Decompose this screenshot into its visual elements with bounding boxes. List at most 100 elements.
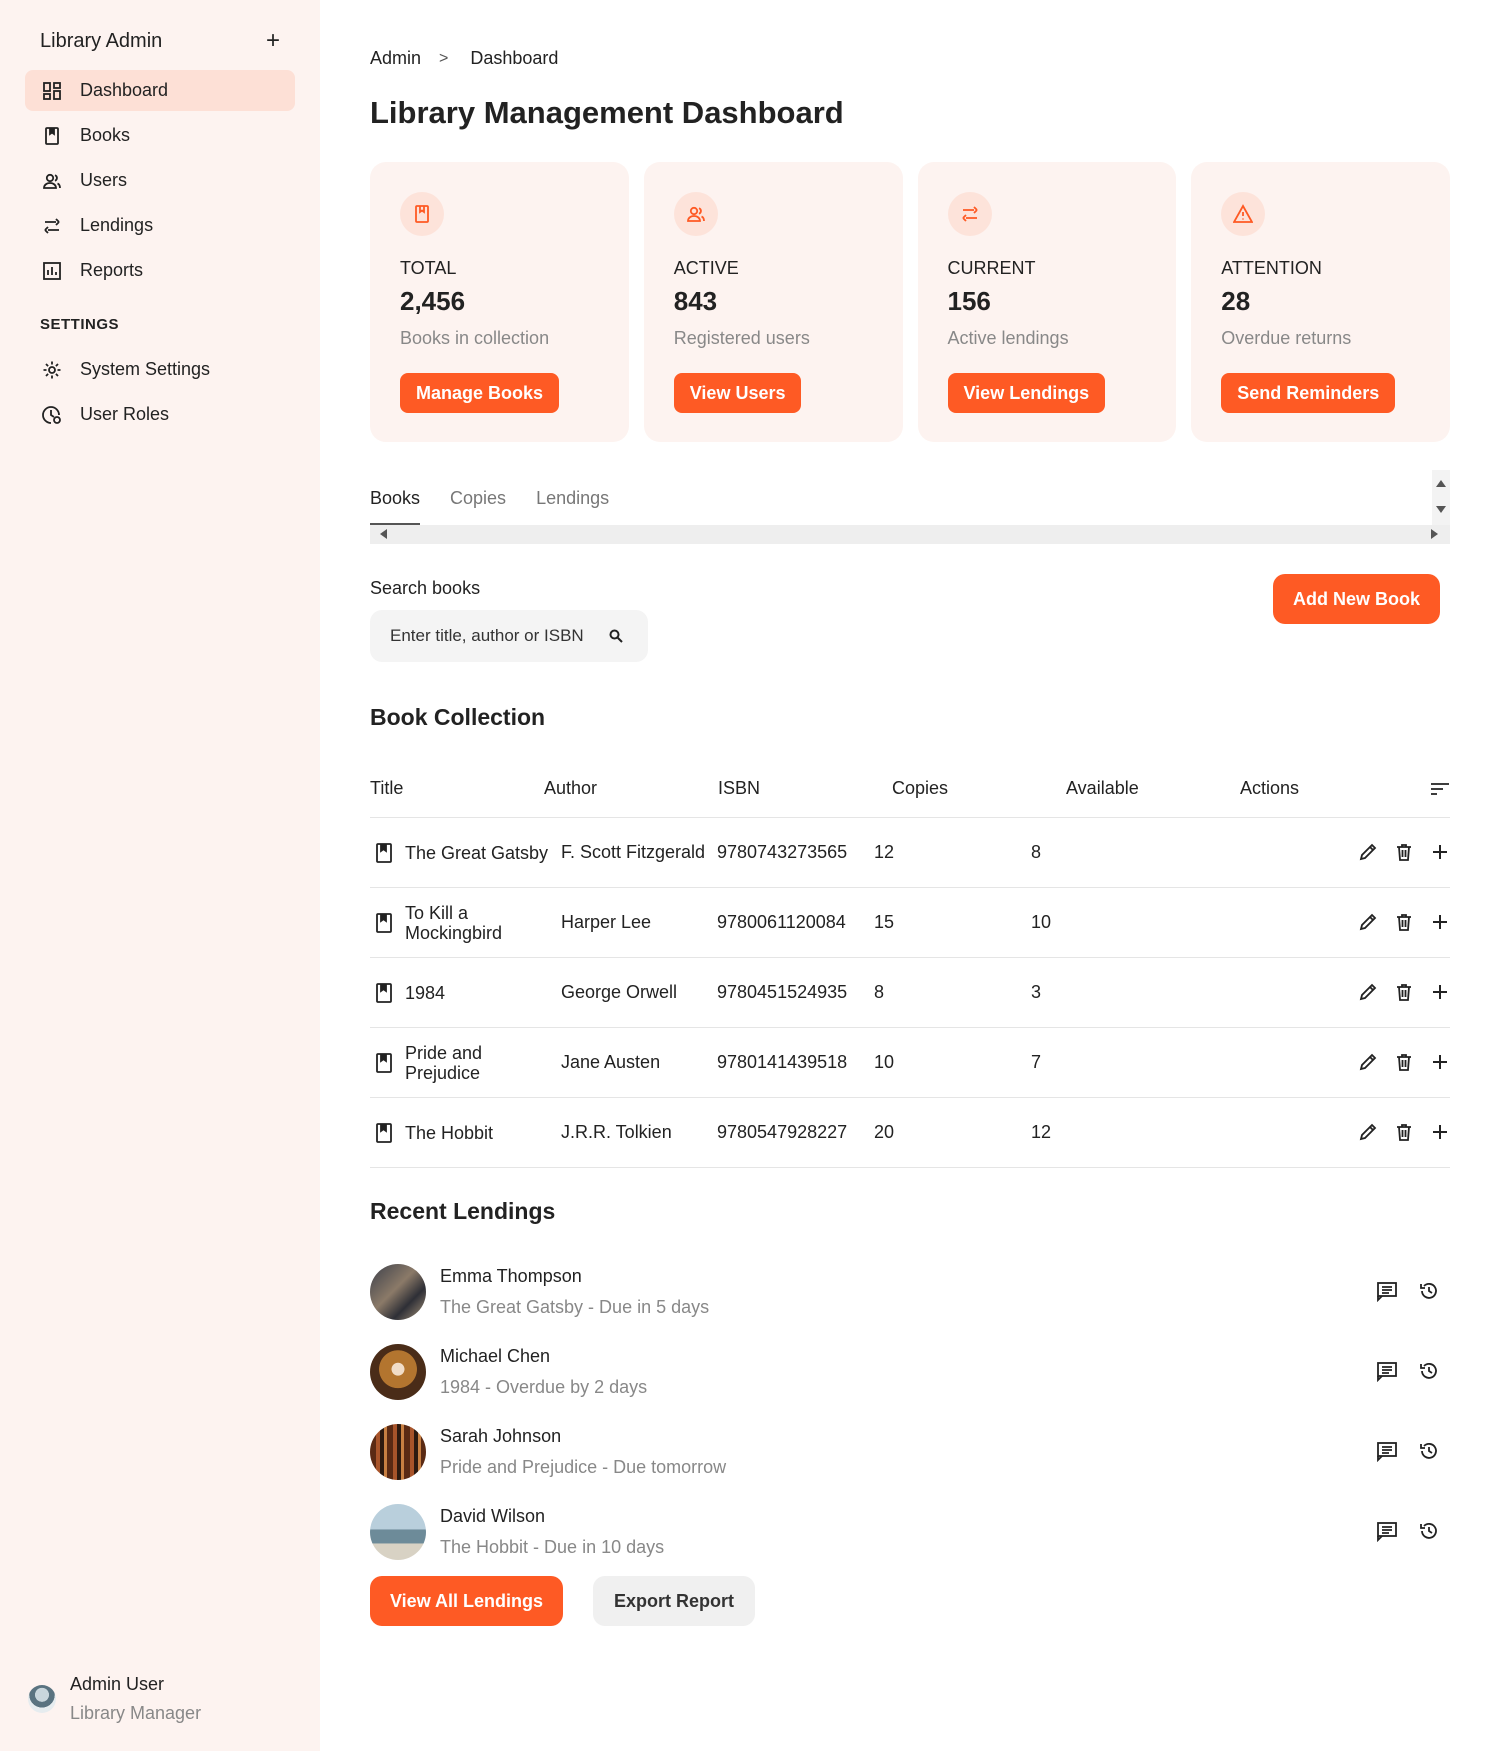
view-users-button[interactable]: View Users xyxy=(673,373,802,413)
tab-lendings[interactable]: Lendings xyxy=(536,470,609,525)
table-row[interactable]: The Great Gatsby F. Scott Fitzgerald 97807… xyxy=(370,818,1450,888)
stat-card-current: CURRENT 156 Active lendings View Lending… xyxy=(917,162,1177,442)
history-icon[interactable] xyxy=(1418,1520,1440,1542)
sidebar-item-user-roles[interactable]: User Roles xyxy=(25,394,295,435)
manage-books-button[interactable]: Manage Books xyxy=(400,373,560,413)
scroll-right-icon[interactable] xyxy=(1431,529,1438,539)
cell-isbn: 9780743273565 xyxy=(717,842,848,862)
edit-icon[interactable] xyxy=(1358,981,1378,1003)
table-row[interactable]: Pride and Prejudice Jane Austen 9780141439… xyxy=(370,1028,1450,1098)
table-row[interactable]: To Kill a Mockingbird Harper Lee 978006112… xyxy=(370,888,1450,958)
cell-isbn: 9780451524935 xyxy=(717,982,848,1002)
avatar xyxy=(370,1344,426,1400)
cell-available: 8 xyxy=(1031,842,1042,862)
lending-user-name: David Wilson xyxy=(440,1506,546,1526)
cell-title: To Kill a Mockingbird xyxy=(405,902,503,943)
sidebar-item-lendings[interactable]: Lendings xyxy=(25,205,295,246)
add-copy-icon[interactable] xyxy=(1430,841,1450,863)
book-icon xyxy=(374,982,394,1004)
view-lendings-button[interactable]: View Lendings xyxy=(947,373,1106,413)
cell-author: F. Scott Fitzgerald xyxy=(561,842,706,862)
send-reminders-button[interactable]: Send Reminders xyxy=(1221,373,1396,413)
cell-title: The Great Gatsby xyxy=(405,842,549,863)
add-new-book-button[interactable]: Add New Book xyxy=(1272,574,1440,624)
stat-card-active: ACTIVE 843 Registered users View Users xyxy=(643,162,903,442)
edit-icon[interactable] xyxy=(1358,1121,1378,1143)
add-copy-icon[interactable] xyxy=(1430,1121,1450,1143)
book-icon xyxy=(374,842,394,864)
page-title: Library Management Dashboard xyxy=(370,95,844,130)
horizontal-scrollbar[interactable] xyxy=(370,525,1450,544)
cell-author: Jane Austen xyxy=(561,1052,661,1072)
history-icon[interactable] xyxy=(1418,1280,1440,1302)
view-all-lendings-button[interactable]: View All Lendings xyxy=(370,1576,564,1626)
tab-bar: Books Copies Lendings xyxy=(370,470,1450,544)
cell-author: J.R.R. Tolkien xyxy=(561,1122,672,1142)
stat-description: Registered users xyxy=(673,328,810,348)
cell-available: 10 xyxy=(1031,912,1052,932)
edit-icon[interactable] xyxy=(1358,911,1378,933)
sidebar-item-users[interactable]: Users xyxy=(25,160,295,201)
list-item[interactable]: Michael Chen 1984 - Overdue by 2 days xyxy=(370,1332,1450,1412)
search-box xyxy=(370,610,648,662)
column-header-isbn[interactable]: ISBN xyxy=(718,778,892,799)
search-icon[interactable] xyxy=(608,628,624,644)
stat-value: 28 xyxy=(1221,286,1251,316)
warning-icon xyxy=(1221,192,1266,236)
search-input[interactable] xyxy=(390,626,600,646)
breadcrumb-admin[interactable]: Admin xyxy=(370,48,421,69)
vertical-scrollbar[interactable] xyxy=(1432,470,1450,525)
search-label: Search books xyxy=(370,578,481,598)
sidebar-item-reports[interactable]: Reports xyxy=(25,250,295,291)
stat-value: 843 xyxy=(673,286,718,316)
sidebar-item-books[interactable]: Books xyxy=(25,115,295,156)
message-icon[interactable] xyxy=(1376,1520,1398,1542)
sort-icon[interactable] xyxy=(1430,781,1450,797)
delete-icon[interactable] xyxy=(1394,1121,1414,1143)
add-copy-icon[interactable] xyxy=(1430,911,1450,933)
add-copy-icon[interactable] xyxy=(1430,981,1450,1003)
add-icon[interactable]: + xyxy=(261,29,285,53)
edit-icon[interactable] xyxy=(1358,1051,1378,1073)
message-icon[interactable] xyxy=(1376,1280,1398,1302)
sidebar-header: Library Admin + xyxy=(40,26,285,56)
scroll-down-icon[interactable] xyxy=(1436,506,1446,513)
list-item[interactable]: David Wilson The Hobbit - Due in 10 days xyxy=(370,1492,1450,1572)
lending-user-name: Sarah Johnson xyxy=(440,1426,562,1446)
book-collection-title: Book Collection xyxy=(370,704,546,730)
column-header-copies[interactable]: Copies xyxy=(892,778,1066,799)
tab-books[interactable]: Books xyxy=(370,470,421,525)
stat-label: TOTAL xyxy=(400,258,457,278)
list-item[interactable]: Emma Thompson The Great Gatsby - Due in … xyxy=(370,1252,1450,1332)
user-role: Library Manager xyxy=(70,1703,202,1723)
message-icon[interactable] xyxy=(1376,1440,1398,1462)
delete-icon[interactable] xyxy=(1394,911,1414,933)
edit-icon[interactable] xyxy=(1358,841,1378,863)
sidebar-item-dashboard[interactable]: Dashboard xyxy=(25,70,295,111)
tab-copies[interactable]: Copies xyxy=(450,470,506,525)
table-row[interactable]: 1984 George Orwell 9780451524935 8 3 xyxy=(370,958,1450,1028)
table-row[interactable]: The Hobbit J.R.R. Tolkien 9780547928227 20 1… xyxy=(370,1098,1450,1168)
cell-copies: 10 xyxy=(874,1052,895,1072)
column-header-title[interactable]: Title xyxy=(370,778,544,799)
delete-icon[interactable] xyxy=(1394,841,1414,863)
column-header-author[interactable]: Author xyxy=(544,778,718,799)
scroll-left-icon[interactable] xyxy=(380,529,387,539)
stat-cards: TOTAL 2,456 Books in collection Manage B… xyxy=(370,162,1450,442)
export-report-button[interactable]: Export Report xyxy=(593,1576,756,1626)
breadcrumb-current: Dashboard xyxy=(470,48,559,68)
current-user[interactable]: Admin User Library Manager xyxy=(28,1674,201,1724)
delete-icon[interactable] xyxy=(1394,981,1414,1003)
sidebar-item-system-settings[interactable]: System Settings xyxy=(25,349,295,390)
cell-isbn: 9780141439518 xyxy=(717,1052,848,1072)
lending-detail: The Great Gatsby - Due in 5 days xyxy=(440,1297,710,1317)
chart-icon xyxy=(42,261,62,281)
message-icon[interactable] xyxy=(1376,1360,1398,1382)
history-icon[interactable] xyxy=(1418,1440,1440,1462)
column-header-available[interactable]: Available xyxy=(1066,778,1240,799)
scroll-up-icon[interactable] xyxy=(1436,480,1446,487)
history-icon[interactable] xyxy=(1418,1360,1440,1382)
list-item[interactable]: Sarah Johnson Pride and Prejudice - Due … xyxy=(370,1412,1450,1492)
delete-icon[interactable] xyxy=(1394,1051,1414,1073)
add-copy-icon[interactable] xyxy=(1430,1051,1450,1073)
